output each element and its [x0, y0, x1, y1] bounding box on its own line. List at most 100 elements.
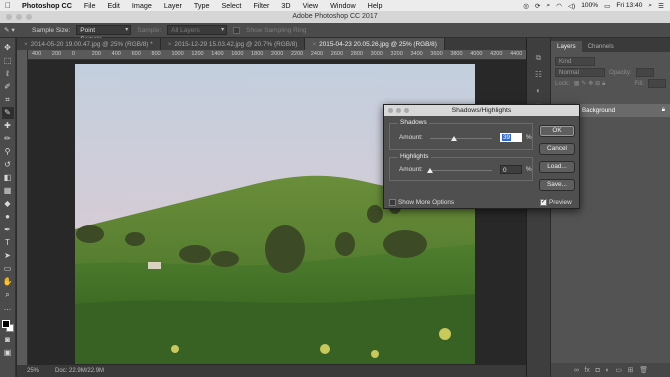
zoom-level[interactable]: 25% — [27, 368, 39, 374]
notification-center-icon[interactable]: ☰ — [658, 2, 664, 10]
dialog-close-button[interactable] — [388, 108, 393, 113]
new-layer-icon[interactable]: ⊞ — [628, 366, 634, 374]
battery-icon[interactable]: ▭ — [604, 2, 610, 10]
blur-tool-icon[interactable]: ◆ — [2, 198, 14, 210]
sample-size-select[interactable]: Point Sample — [76, 25, 132, 43]
minimize-window-button[interactable] — [16, 14, 22, 20]
history-panel-icon[interactable]: ⧉ — [532, 52, 546, 64]
screen-mode-icon[interactable]: ▣ — [2, 347, 14, 359]
healing-brush-tool-icon[interactable]: ✚ — [2, 120, 14, 132]
marquee-tool-icon[interactable]: ⬚ — [2, 55, 14, 67]
kind-filter-select[interactable]: Kind — [555, 57, 595, 66]
highlights-label: Highlights — [398, 153, 431, 160]
foreground-color-swatch[interactable] — [1, 320, 10, 328]
delete-layer-icon[interactable]: 🗑︎ — [639, 366, 648, 374]
menu-file[interactable]: File — [78, 1, 102, 10]
blend-mode-select[interactable]: Normal — [555, 68, 605, 77]
menu-type[interactable]: Type — [188, 1, 216, 10]
lock-icons[interactable]: ▦ ✎ ✥ ⊞ 🔒︎ — [574, 80, 606, 88]
shadows-amount-field[interactable]: 39 — [500, 133, 522, 142]
new-group-icon[interactable]: ▭ — [615, 366, 622, 374]
wifi-icon[interactable]: ◠ — [556, 2, 562, 10]
dialog-minimize-button[interactable] — [396, 108, 401, 113]
history-brush-tool-icon[interactable]: ↺ — [2, 159, 14, 171]
path-selection-tool-icon[interactable]: ➤ — [2, 250, 14, 262]
hand-tool-icon[interactable]: ✋ — [2, 276, 14, 288]
close-window-button[interactable] — [6, 14, 12, 20]
close-tab-icon[interactable]: × — [312, 41, 316, 48]
rectangle-tool-icon[interactable]: ▭ — [2, 263, 14, 275]
menu-image[interactable]: Image — [126, 1, 158, 10]
options-bar: ✎▾ Sample Size: Point Sample Sample: All… — [0, 23, 670, 43]
menu-layer[interactable]: Layer — [158, 1, 188, 10]
menu-filter[interactable]: Filter — [247, 1, 275, 10]
tool-preset-picker[interactable]: ✎ ▾ — [4, 25, 26, 36]
layer-style-icon[interactable]: fx — [584, 367, 589, 374]
move-tool-icon[interactable]: ✥ — [2, 42, 14, 54]
quick-select-tool-icon[interactable]: ✐ — [2, 81, 14, 93]
menu-window[interactable]: Window — [324, 1, 362, 10]
eraser-tool-icon[interactable]: ◧ — [2, 172, 14, 184]
close-tab-icon[interactable]: × — [168, 41, 172, 48]
menu-help[interactable]: Help — [362, 1, 389, 10]
fill-field[interactable] — [648, 79, 666, 88]
apple-menu-icon[interactable]:  — [0, 1, 16, 10]
horizontal-ruler[interactable]: 400 200 0 200 400 600 800 1000 1200 1400 1600 1800 2… — [28, 50, 526, 60]
clone-stamp-tool-icon[interactable]: ⚲ — [2, 146, 14, 158]
type-tool-icon[interactable]: T — [2, 237, 14, 249]
save-button[interactable]: Save... — [539, 179, 575, 191]
menu-edit[interactable]: Edit — [102, 1, 126, 10]
brush-tool-icon[interactable]: ✏ — [2, 133, 14, 145]
menu-3d[interactable]: 3D — [275, 1, 296, 10]
document-size[interactable]: Doc: 22.9M/22.9M — [55, 368, 104, 374]
more-tools-icon[interactable]: … — [2, 302, 14, 314]
fill-label: Fill: — [634, 80, 644, 87]
tab-document-2[interactable]: × 2015-12-29 15.03.42.jpg @ 20.7% (RGB/8… — [160, 38, 306, 50]
link-layers-icon[interactable]: ∞ — [574, 367, 579, 374]
preview-checkbox[interactable] — [540, 198, 547, 206]
adjustments-panel-icon[interactable]: ◐ — [532, 84, 546, 96]
lasso-tool-icon[interactable]: ℓ — [2, 68, 14, 80]
tab-layers[interactable]: Layers — [551, 41, 582, 52]
sync-icon[interactable]: ⟳ — [535, 2, 541, 10]
highlights-amount-slider[interactable] — [427, 168, 492, 173]
menu-select[interactable]: Select — [215, 1, 247, 10]
eyedropper-tool-icon[interactable]: ✎ — [1, 107, 14, 119]
volume-icon[interactable]: ◁) — [568, 2, 575, 10]
load-button[interactable]: Load... — [539, 161, 575, 173]
add-mask-icon[interactable]: ◘ — [596, 367, 600, 374]
pen-tool-icon[interactable]: ✒ — [2, 224, 14, 236]
tab-document-1[interactable]: × 2014-05-20 19.00.47.jpg @ 25% (RGB/8) … — [17, 38, 161, 50]
highlights-slider-thumb[interactable] — [427, 168, 433, 173]
opacity-field[interactable] — [635, 68, 654, 77]
highlights-amount-field[interactable]: 0 — [500, 165, 522, 174]
shadows-slider-thumb[interactable] — [451, 136, 458, 141]
properties-panel-icon[interactable]: ☷ — [532, 68, 546, 80]
dialog-zoom-button[interactable] — [404, 108, 409, 113]
search-icon[interactable]: ⌕ — [546, 2, 550, 10]
gradient-tool-icon[interactable]: ▦ — [2, 185, 14, 197]
spotlight-icon[interactable]: ⌕ — [648, 2, 652, 10]
zoom-tool-icon[interactable]: ⌕ — [2, 289, 14, 301]
clock[interactable]: Fri 13:40 — [616, 2, 642, 9]
sample-select[interactable]: All Layers — [167, 25, 228, 35]
status-area: ◎ ⟳ ⌕ ◠ ◁) 100% ▭ Fri 13:40 ⌕ ☰ — [523, 2, 670, 10]
menu-photoshop[interactable]: Photoshop CC — [16, 1, 78, 10]
creative-cloud-icon[interactable]: ◎ — [523, 2, 529, 10]
new-adjustment-icon[interactable]: ◐ — [605, 367, 609, 374]
shadows-amount-slider[interactable] — [430, 136, 492, 141]
ok-button[interactable]: OK — [539, 125, 575, 137]
vertical-ruler[interactable] — [17, 50, 28, 365]
menu-view[interactable]: View — [297, 1, 324, 10]
dodge-tool-icon[interactable]: ● — [2, 211, 14, 223]
tab-channels[interactable]: Channels — [582, 41, 620, 52]
tab-document-3[interactable]: × 2015-04-23 20.05.26.jpg @ 25% (RGB/8) — [305, 38, 445, 50]
quick-mask-icon[interactable]: ◙ — [2, 334, 14, 346]
show-sampling-ring-checkbox[interactable] — [233, 26, 241, 34]
cancel-button[interactable]: Cancel — [539, 143, 575, 155]
show-more-options-checkbox[interactable] — [389, 199, 396, 206]
close-tab-icon[interactable]: × — [24, 41, 28, 48]
zoom-window-button[interactable] — [26, 14, 32, 20]
color-swatches[interactable] — [1, 319, 15, 333]
crop-tool-icon[interactable]: ⌗ — [2, 94, 14, 106]
